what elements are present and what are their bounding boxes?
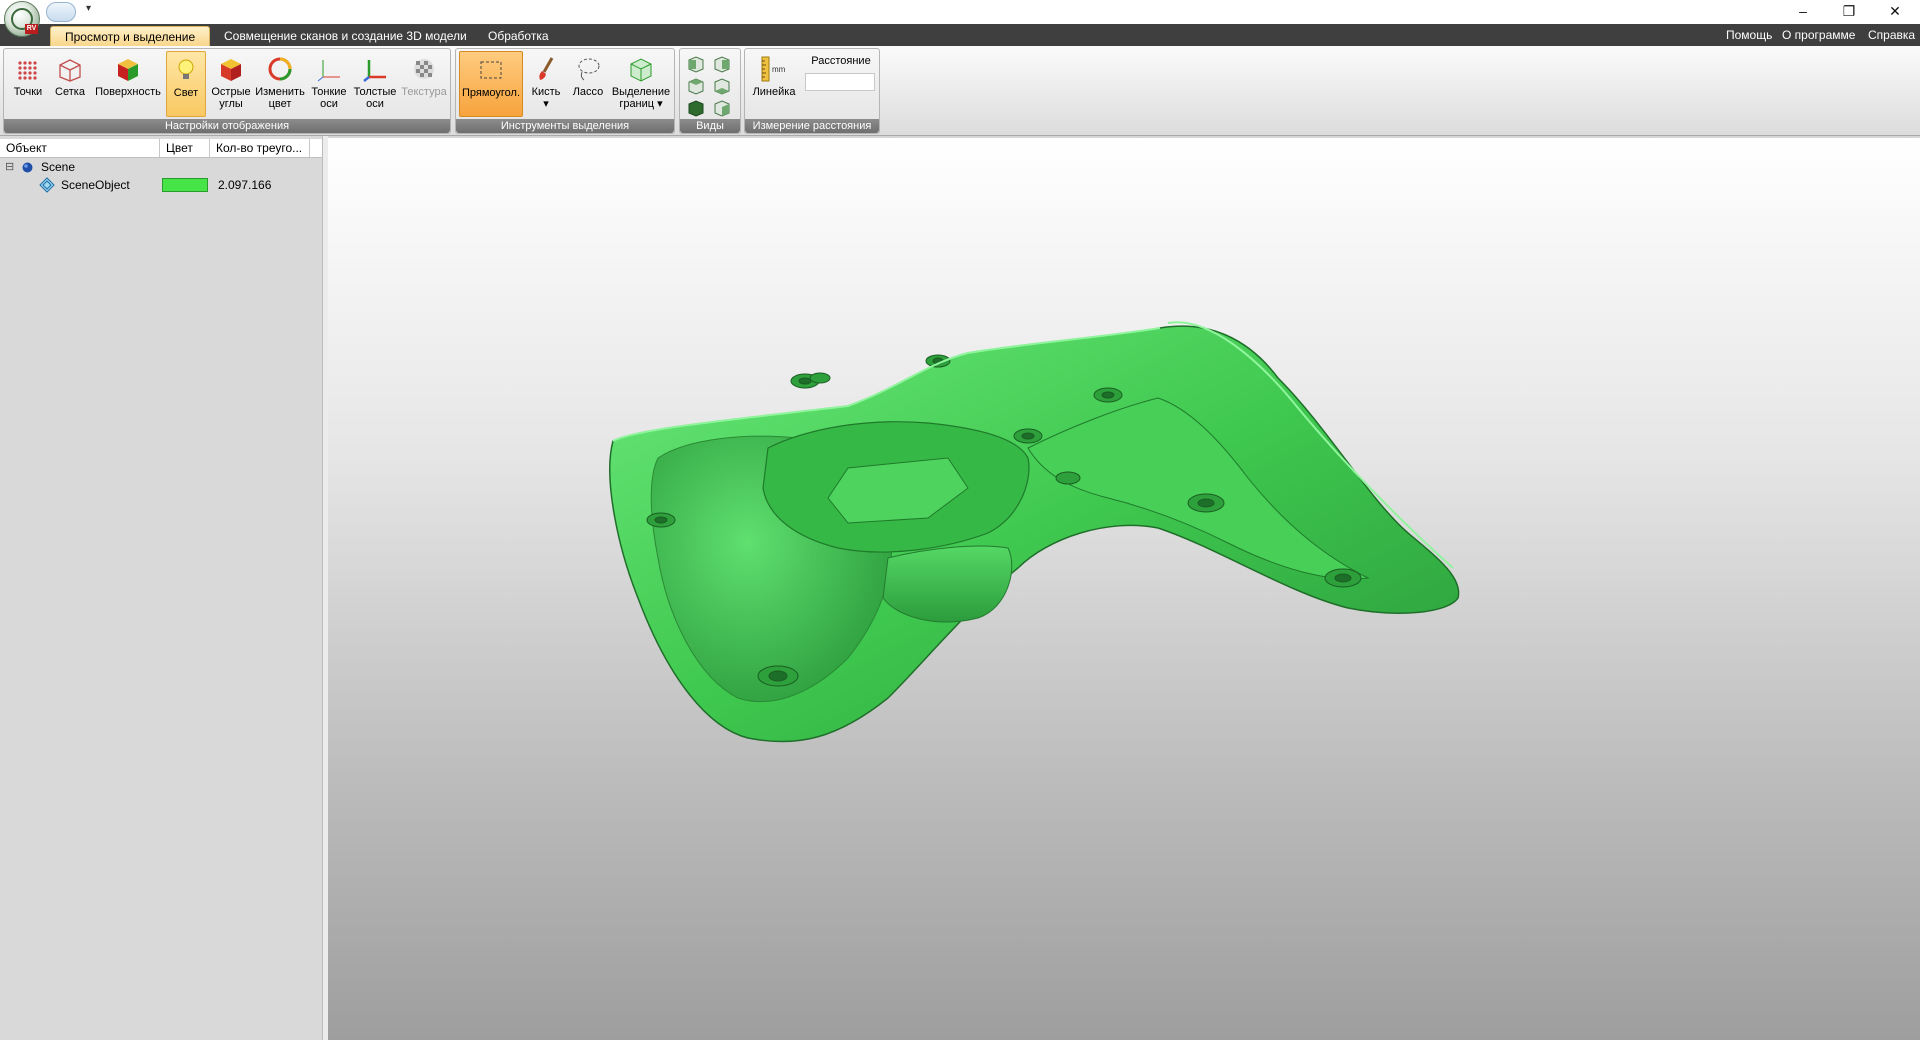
view-right-icon[interactable]	[712, 77, 732, 95]
views-group-label: Виды	[680, 119, 740, 133]
tree-item-label: SceneObject	[61, 178, 130, 192]
brush-icon	[539, 57, 554, 80]
object-tree-panel: Объект Цвет Кол-во треуго... ⊟ Scene Sce…	[0, 136, 328, 1040]
sharp-angles-button[interactable]: Острые углы	[210, 51, 252, 117]
rectangle-select-icon	[480, 61, 502, 79]
ribbon: Точки Сетка Поверхность Свет Острые углы…	[0, 46, 1920, 136]
object-color-swatch[interactable]	[162, 178, 208, 192]
tree-row-sceneobject[interactable]: SceneObject 2.097.166	[0, 176, 322, 194]
light-bulb-icon	[178, 59, 194, 79]
distance-measure-group-label: Измерение расстояния	[745, 119, 879, 133]
tab-processing[interactable]: Обработка	[474, 26, 563, 46]
reference-link[interactable]: Справка	[1868, 28, 1915, 42]
tab-scan-alignment[interactable]: Совмещение сканов и создание 3D модели	[210, 26, 481, 46]
quick-access-save-icon[interactable]	[46, 2, 76, 22]
light-label: Свет	[173, 87, 199, 99]
view-front-icon[interactable]	[686, 55, 706, 73]
rectangle-select-label: Прямоугол.	[461, 87, 521, 99]
mesh-object-icon	[39, 177, 55, 193]
border-select-icon	[630, 58, 652, 82]
ruler-icon: mm	[761, 56, 786, 82]
points-button[interactable]: Точки	[8, 51, 48, 117]
scanned-gamepad-model[interactable]	[328, 138, 1920, 1040]
thick-axes-label-1: Толстые	[353, 86, 397, 98]
border-select-button[interactable]: Выделение границ ▾	[610, 51, 672, 117]
distance-title: Расстояние	[811, 55, 871, 67]
change-color-button[interactable]: Изменить цвет	[254, 51, 306, 117]
texture-checker-icon	[414, 59, 434, 79]
ribbon-tab-strip: Просмотр и выделение Совмещение сканов и…	[0, 24, 1920, 46]
display-settings-group: Точки Сетка Поверхность Свет Острые углы…	[3, 48, 451, 134]
ruler-button[interactable]: mm Линейка	[748, 51, 800, 117]
minimize-button[interactable]: –	[1780, 0, 1826, 24]
mesh-label: Сетка	[55, 86, 85, 98]
lasso-select-button[interactable]: Лассо	[568, 51, 608, 117]
column-header-triangles[interactable]: Кол-во треуго...	[210, 139, 310, 157]
thick-axes-button[interactable]: Толстые оси	[352, 51, 398, 117]
border-select-dropdown-icon: ▾	[657, 98, 663, 110]
column-header-object[interactable]: Объект	[0, 139, 160, 157]
selection-tools-group: Прямоугол. Кисть ▾ Лассо Выделение грани…	[455, 48, 675, 134]
border-select-label-1: Выделение	[611, 86, 671, 98]
surface-label: Поверхность	[95, 86, 161, 98]
sharp-angles-cube-icon	[221, 59, 241, 81]
texture-button[interactable]: Текстура	[400, 51, 448, 117]
views-group: Виды	[679, 48, 741, 134]
app-badge: RV	[25, 24, 38, 34]
thick-axes-icon	[363, 60, 386, 82]
brush-dropdown-icon: ▾	[543, 98, 549, 110]
ruler-label: Линейка	[752, 86, 796, 98]
svg-text:mm: mm	[772, 65, 786, 74]
column-header-color[interactable]: Цвет	[160, 139, 210, 157]
triangle-count: 2.097.166	[218, 178, 272, 192]
selection-tools-group-label: Инструменты выделения	[456, 119, 674, 133]
title-bar: ▾ – ❐ ✕	[0, 0, 1920, 24]
thin-axes-icon	[317, 60, 340, 82]
app-menu-button[interactable]: RV	[4, 1, 40, 37]
lasso-label: Лассо	[572, 86, 604, 98]
distance-measure-group: mm Линейка Расстояние Измерение расстоян…	[744, 48, 880, 134]
close-button[interactable]: ✕	[1872, 0, 1918, 24]
light-button[interactable]: Свет	[166, 51, 206, 117]
thin-axes-label-1: Тонкие	[311, 86, 347, 98]
change-color-label-1: Изменить	[255, 86, 305, 98]
tree-row-scene[interactable]: ⊟ Scene	[0, 158, 322, 176]
thin-axes-label-2: оси	[320, 98, 338, 110]
border-select-label-2: границ	[619, 98, 655, 110]
display-settings-group-label: Настройки отображения	[4, 119, 450, 133]
tree-header: Объект Цвет Кол-во треуго...	[0, 139, 322, 158]
tab-view-and-select[interactable]: Просмотр и выделение	[50, 26, 211, 46]
view-left-icon[interactable]	[686, 77, 706, 95]
help-link[interactable]: Помощь	[1726, 28, 1772, 42]
view-back-icon[interactable]	[712, 55, 732, 73]
color-wheel-icon	[268, 57, 292, 81]
thin-axes-button[interactable]: Тонкие оси	[308, 51, 350, 117]
rectangle-select-button[interactable]: Прямоугол.	[459, 51, 523, 117]
collapse-toggle-icon[interactable]: ⊟	[5, 158, 14, 176]
lower-bay	[882, 545, 1013, 623]
texture-label: Текстура	[401, 86, 447, 98]
restore-button[interactable]: ❐	[1826, 0, 1872, 24]
change-color-label-2: цвет	[268, 98, 292, 110]
scene-globe-icon	[22, 162, 33, 173]
mesh-button[interactable]: Сетка	[50, 51, 90, 117]
thick-axes-label-2: оси	[366, 98, 384, 110]
about-link[interactable]: О программе	[1782, 28, 1855, 42]
points-label: Точки	[13, 86, 43, 98]
sharp-angles-label-1: Острые	[211, 86, 251, 98]
distance-value-field[interactable]	[805, 73, 875, 91]
view-bottom-icon[interactable]	[712, 99, 732, 117]
points-icon	[18, 61, 37, 80]
mesh-icon	[59, 59, 81, 82]
sharp-angles-label-2: углы	[219, 98, 243, 110]
tree-item-label: Scene	[41, 160, 76, 174]
surface-button[interactable]: Поверхность	[92, 51, 164, 117]
3d-viewport[interactable]	[328, 138, 1920, 1040]
quick-access-dropdown-icon[interactable]: ▾	[86, 3, 91, 14]
surface-cube-icon	[118, 59, 138, 81]
view-top-icon[interactable]	[686, 99, 706, 117]
brush-label: Кисть	[531, 86, 561, 98]
lasso-icon	[578, 58, 600, 81]
brush-select-button[interactable]: Кисть ▾	[526, 51, 566, 117]
